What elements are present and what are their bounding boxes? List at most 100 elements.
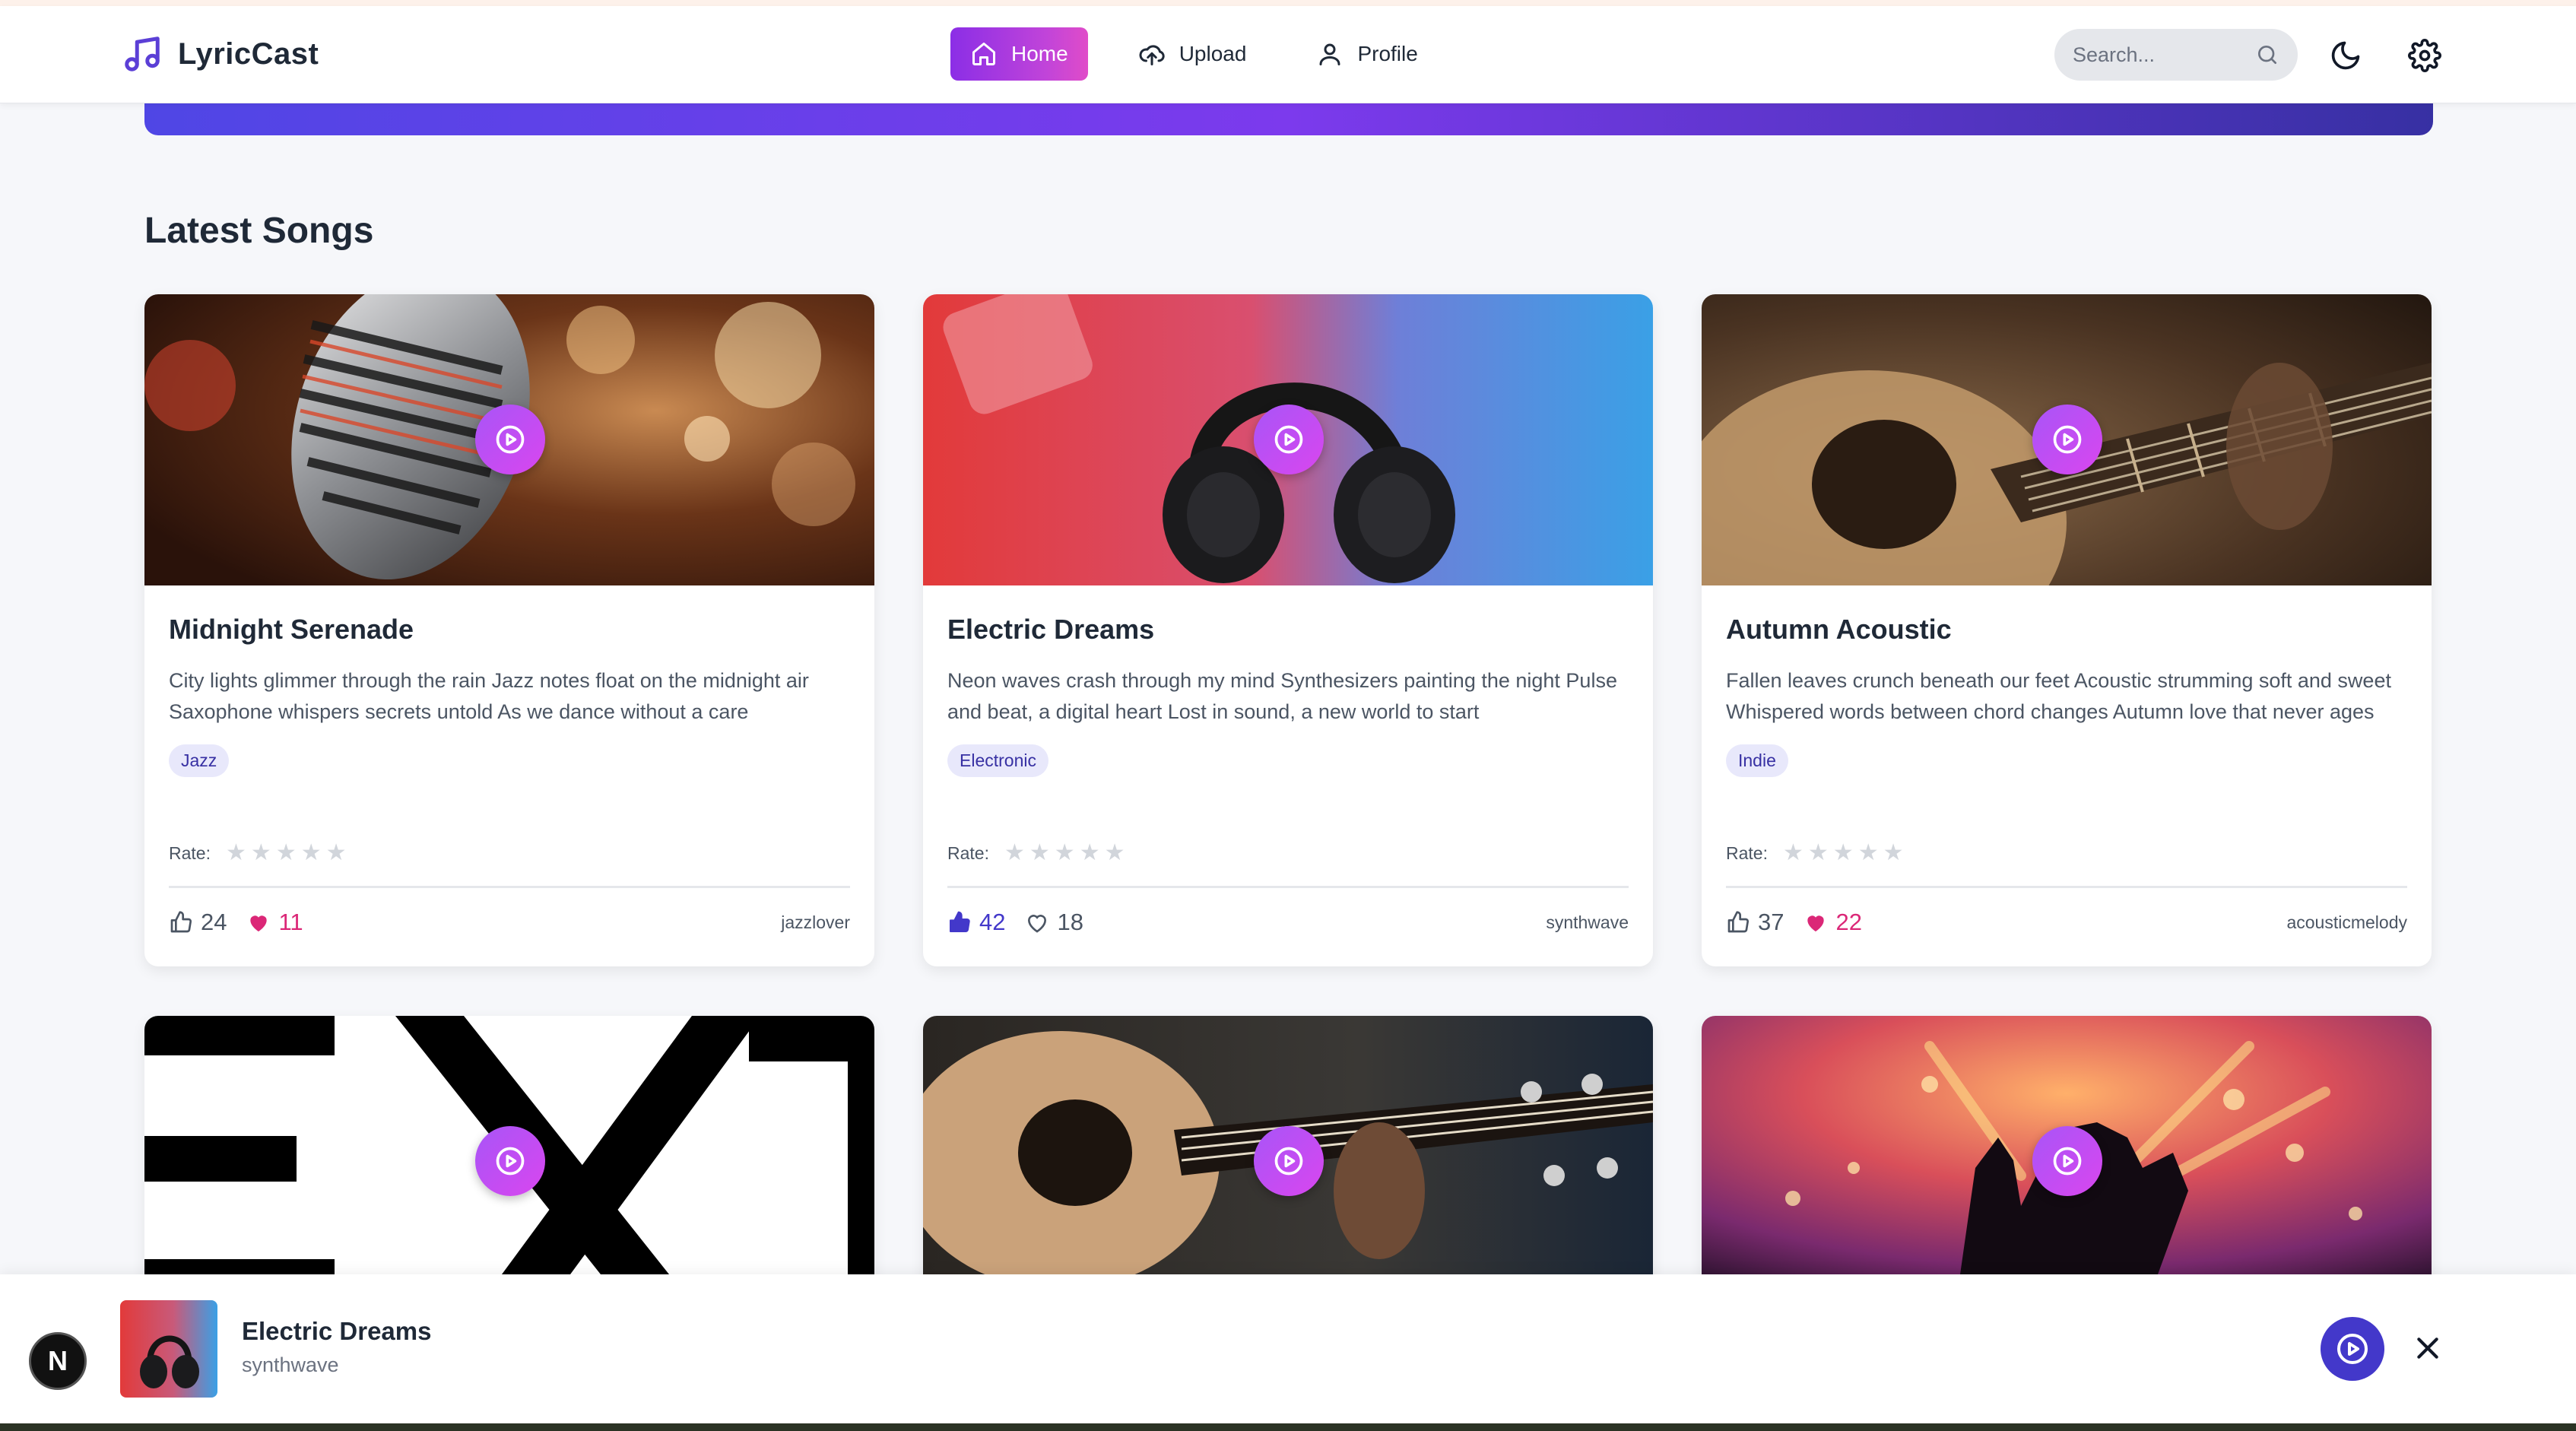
song-lyrics-preview: Neon waves crash through my mind Synthes… [947,669,1617,723]
song-title[interactable]: Autumn Acoustic [1726,614,2407,646]
nav-upload-label: Upload [1179,42,1247,65]
song-title[interactable]: Midnight Serenade [169,614,850,646]
play-circle-icon [1274,1147,1303,1176]
play-button[interactable] [1254,1126,1324,1196]
divider [169,886,850,888]
star-icon[interactable]: ★ [276,842,297,865]
star-icon[interactable]: ★ [1029,842,1050,865]
love-button[interactable]: 22 [1804,909,1862,936]
like-button[interactable]: 42 [947,909,1005,936]
song-cover-image[interactable] [1702,294,2432,585]
close-icon [2417,1337,2438,1359]
page-bottom-edge [0,1423,2576,1431]
song-lyrics-preview: City lights glimmer through the rain Jaz… [169,669,809,723]
song-cover-image[interactable] [144,294,874,585]
star-icon[interactable]: ★ [1858,842,1879,865]
top-accent-line [0,0,2576,6]
close-player-button[interactable] [2409,1329,2447,1367]
star-icon[interactable]: ★ [1808,842,1829,865]
nav-profile[interactable]: Profile [1296,27,1437,81]
rate-label: Rate: [1726,842,1768,863]
play-circle-icon [496,425,525,454]
now-playing-title: Electric Dreams [242,1317,432,1345]
like-count: 37 [1758,909,1784,935]
rating-row: Rate: ★ ★ ★ ★ ★ [169,842,347,865]
song-card-body: Electric Dreams Neon waves crash through… [947,614,1629,777]
gear-icon [2408,39,2441,72]
nav-home-label: Home [1011,42,1068,65]
moon-icon [2331,41,2360,70]
now-playing-artist: synthwave [242,1353,339,1376]
theme-toggle-button[interactable] [2327,36,2365,75]
brand[interactable]: LyricCast [122,33,319,75]
play-circle-icon [2053,425,2082,454]
like-button[interactable]: 37 [1726,909,1784,936]
brand-name: LyricCast [178,36,319,71]
play-button[interactable] [475,1126,545,1196]
user-icon [1319,43,1340,65]
music-note-icon [125,36,160,71]
song-author[interactable]: acousticmelody [2286,912,2407,933]
thumbs-up-icon [170,911,192,933]
heart-filled-icon [1807,915,1825,931]
search-input[interactable] [2073,43,2240,67]
star-icon[interactable]: ★ [1783,842,1804,865]
genre-tag[interactable]: Jazz [169,744,230,777]
dev-tools-badge[interactable]: N [29,1332,87,1390]
love-button[interactable]: 18 [1025,909,1083,936]
play-circle-icon [2053,1147,2082,1176]
divider [947,886,1629,888]
song-cover-image[interactable] [1702,1016,2432,1274]
genre-tag[interactable]: Indie [1726,744,1788,777]
love-button[interactable]: 11 [246,909,303,936]
song-card[interactable]: Autumn Acoustic Fallen leaves crunch ben… [1702,294,2432,966]
song-card-body: Autumn Acoustic Fallen leaves crunch ben… [1726,614,2407,777]
now-playing-cover [120,1300,217,1398]
genre-tag[interactable]: Electronic [947,744,1048,777]
star-rating: ★ ★ ★ ★ ★ [1004,842,1125,865]
play-button[interactable] [2032,405,2102,474]
star-icon[interactable]: ★ [1833,842,1854,865]
home-icon [972,43,995,65]
divider [1726,886,2407,888]
song-card[interactable]: Midnight Serenade City lights glimmer th… [144,294,874,966]
song-cover-image[interactable] [923,294,1653,585]
play-button[interactable] [2032,1126,2102,1196]
star-icon[interactable]: ★ [326,842,347,865]
song-stats: 24 11 jazzlover [169,909,850,936]
nav-upload[interactable]: Upload [1118,27,1267,81]
star-rating: ★ ★ ★ ★ ★ [226,842,347,865]
star-icon[interactable]: ★ [1004,842,1025,865]
song-cover-image[interactable] [923,1016,1653,1274]
play-button[interactable] [475,405,545,474]
star-icon[interactable]: ★ [1055,842,1075,865]
heart-filled-icon [250,915,268,931]
rate-label: Rate: [947,842,989,863]
song-stats: 37 22 acousticmelody [1726,909,2407,936]
star-icon[interactable]: ★ [251,842,271,865]
nav-home[interactable]: Home [950,27,1088,81]
star-icon[interactable]: ★ [301,842,322,865]
song-stats: 42 18 synthwave [947,909,1629,936]
love-count: 22 [1835,909,1862,935]
song-author[interactable]: jazzlover [781,912,850,933]
star-icon[interactable]: ★ [226,842,246,865]
star-icon[interactable]: ★ [1080,842,1100,865]
settings-button[interactable] [2406,36,2444,75]
song-lyrics-preview: Fallen leaves crunch beneath our feet Ac… [1726,669,2391,723]
search-box [2054,29,2298,81]
play-button[interactable] [1254,405,1324,474]
star-icon[interactable]: ★ [1883,842,1904,865]
rating-row: Rate: ★ ★ ★ ★ ★ [947,842,1125,865]
like-button[interactable]: 24 [169,909,227,936]
song-title[interactable]: Electric Dreams [947,614,1629,646]
search-icon[interactable] [2255,43,2279,67]
love-count: 11 [278,909,303,935]
star-icon[interactable]: ★ [1105,842,1125,865]
player-play-button[interactable] [2321,1317,2384,1381]
section-title: Latest Songs [144,211,374,251]
heart-outline-icon [1028,915,1047,933]
song-author[interactable]: synthwave [1546,912,1629,933]
song-card[interactable]: Electric Dreams Neon waves crash through… [923,294,1653,966]
song-cover-image[interactable] [144,1016,874,1274]
